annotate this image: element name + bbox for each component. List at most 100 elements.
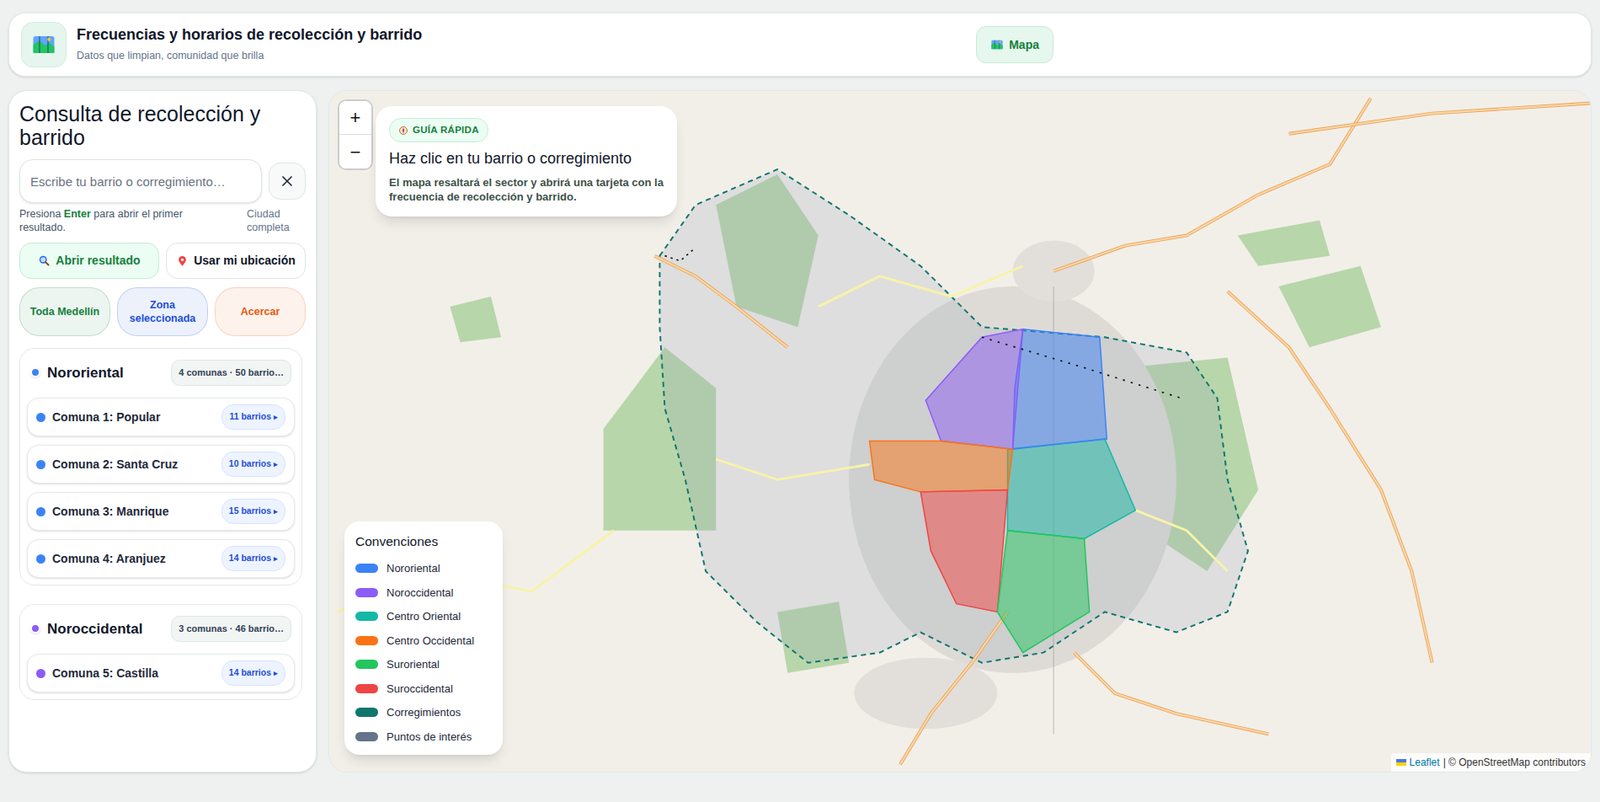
action-row: Abrir resultado Usar mi ubicación [19,242,306,279]
comuna-dot [36,412,46,422]
zone-header[interactable]: Nororiental 4 comunas · 50 barrio… [26,355,295,390]
guide-title: Haz clic en tu barrio o corregimiento [389,149,664,169]
comuna-row[interactable]: Comuna 1: Popular11 barrios▸ [26,397,295,437]
close-icon [278,172,296,190]
filter-pill[interactable]: Acercar [214,287,306,336]
count-label: 14 barrios [229,551,272,566]
legend-item: Corregimientos [355,704,492,721]
arrow-glyph: ▸ [273,553,278,566]
filter-row: Toda Medellín Zona seleccionada Acercar [19,287,306,336]
comuna-row[interactable]: Comuna 4: Aranjuez 14 barrios▸ [26,538,295,578]
legend-label: Centro Oriental [386,608,461,625]
zone-summary: 3 comunas · 46 barrio… [170,615,292,642]
legend-label: Noroccidental [386,584,454,602]
count-label: 15 barrios [229,504,272,518]
comuna-row[interactable]: Comuna 3: Manrique15 barrios▸ [26,491,295,531]
zone-summary: 4 comunas · 50 barrio… [170,359,292,386]
action-button[interactable]: Usar mi ubicación [165,242,306,279]
comuna-name: Comuna 4: Aranjuez [52,549,166,568]
legend-item: Nororiental [355,560,492,577]
main-nav: Mapa [976,26,1054,64]
nav-tab[interactable]: Mapa [976,26,1054,64]
guide-card: GUÍA RÁPIDA Haz clic en tu barrio o corre… [375,106,678,217]
hint-text: Presiona Enter para abrir el primer resu… [19,208,214,235]
comuna-name: Comuna 5: Castilla [52,664,159,683]
count-label: 14 barrios [229,666,272,680]
pin-icon [176,254,189,267]
app-header: Frecuencias y horarios de recolección y … [8,12,1592,77]
zone-name: Noroccidental [47,618,143,640]
map-logo-icon [31,32,57,58]
sidebar: Consulta de recolección y barrido Presion… [8,90,317,773]
scope-label: Ciudad completa [246,208,306,235]
zone-card: Nororiental 4 comunas · 50 barrio… Comuna … [19,347,303,586]
count-badge: 11 barrios▸ [221,404,286,430]
attribution-text: | © OpenStreetMap contributors [1443,754,1586,770]
count-label: 11 barrios [229,410,272,424]
search-input[interactable] [19,159,262,203]
legend-swatch [355,707,379,717]
hint-key: Enter [64,208,91,220]
legend-label: Suroriental [386,656,440,673]
count-badge: 15 barrios▸ [221,498,286,524]
legend-swatch [355,611,379,621]
arrow-glyph: ▸ [273,667,278,680]
zone-dot [30,367,41,378]
comuna-dot [36,506,46,517]
legend-title: Convenciones [355,531,492,551]
legend-label: Nororiental [386,560,441,577]
arrow-glyph: ▸ [273,506,278,518]
zone-name: Nororiental [47,362,124,384]
arrow-glyph: ▸ [273,411,278,424]
legend-item: Centro Oriental [355,608,492,625]
ukraine-flag-icon [1396,758,1407,766]
filter-pill[interactable]: Zona seleccionada [117,287,208,336]
legend-item: Suroccidental [355,680,492,698]
main-area: Consulta de recolección y barrido Presion… [8,90,1592,773]
guide-badge: GUÍA RÁPIDA [389,117,489,143]
leaflet-link[interactable]: Leaflet [1409,754,1440,770]
legend-label: Corregimientos [386,704,461,721]
count-badge: 14 barrios▸ [221,660,286,686]
search-icon [37,254,51,267]
map-panel[interactable]: +−GUÍA RÁPIDAHaz clic en tu barrio o cor… [328,90,1592,773]
zone-header[interactable]: Noroccidental 3 comunas · 46 barrio… [26,611,295,646]
legend-swatch [355,683,379,694]
filter-label: Zona seleccionada [129,298,197,325]
legend-swatch [355,563,379,573]
comuna-row[interactable]: Comuna 2: Santa Cruz10 barrios▸ [26,444,295,484]
app-title: Frecuencias y horarios de recolección y … [76,25,422,45]
legend: Convenciones Nororiental Noroccidental Cent… [344,521,503,755]
legend-item: Suroriental [355,656,492,673]
zoom-control: +− [337,99,374,171]
zone-card: Noroccidental 3 comunas · 46 barrio… Comun… [19,603,303,700]
filter-label: Acercar [240,305,281,318]
clear-button[interactable] [268,162,306,200]
action-label: Usar mi ubicación [193,251,296,270]
count-badge: 10 barrios▸ [221,451,286,477]
legend-swatch [355,731,379,742]
filter-pill[interactable]: Toda Medellín [19,287,111,336]
legend-item: Noroccidental [355,584,492,602]
map-icon [990,37,1004,52]
legend-label: Centro Occidental [386,632,475,650]
logo [21,21,67,68]
count-badge: 14 barrios▸ [221,545,286,571]
nav-label: Mapa [1008,36,1040,54]
search-row [19,159,306,203]
guide-body: El mapa resaltará el sector y abrirá una… [389,175,664,205]
count-label: 10 barrios [229,457,272,471]
comuna-dot [36,668,46,678]
search-hint: Presiona Enter para abrir el primer resu… [19,208,306,235]
comuna-row[interactable]: Comuna 5: Castilla 14 barrios▸ [26,653,295,693]
arrow-glyph: ▸ [273,458,278,471]
zone-list[interactable]: Nororiental 4 comunas · 50 barrio… Comuna … [19,347,306,772]
action-button[interactable]: Abrir resultado [19,242,160,279]
legend-swatch [355,587,379,598]
sidebar-title: Consulta de recolección y barrido [19,102,306,150]
brand: Frecuencias y horarios de recolección y … [21,21,976,68]
zoom-out-button[interactable]: − [339,134,372,169]
legend-swatch [355,659,379,669]
legend-item: Centro Occidental [355,632,492,650]
zoom-in-button[interactable]: + [339,101,372,135]
